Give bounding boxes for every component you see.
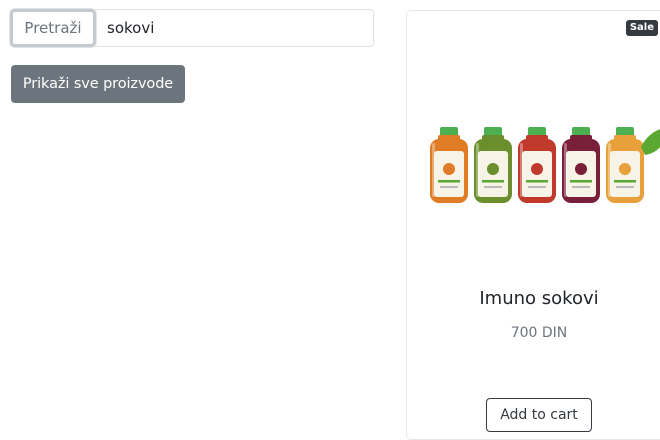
label-line xyxy=(482,180,504,183)
label-line xyxy=(616,186,634,188)
juice-bottle xyxy=(562,127,600,203)
bottle-cap xyxy=(484,127,502,136)
label-line xyxy=(614,180,636,183)
label-line xyxy=(570,180,592,183)
bottle-cap xyxy=(616,127,634,136)
bottle-emblem xyxy=(487,163,499,175)
search-input[interactable] xyxy=(95,9,374,47)
product-name[interactable]: Imuno sokovi xyxy=(407,288,660,309)
juice-bottle xyxy=(606,127,644,203)
bottle-cap xyxy=(440,127,458,136)
bottle-emblem xyxy=(443,163,455,175)
bottle-emblem xyxy=(619,163,631,175)
bottle-highlight xyxy=(564,143,567,197)
bottle-emblem xyxy=(575,163,587,175)
juice-bottle xyxy=(474,127,512,203)
bottle-highlight xyxy=(608,143,611,197)
search-button[interactable]: Pretraži xyxy=(10,9,96,47)
add-to-cart-button[interactable]: Add to cart xyxy=(486,398,592,432)
bottle-cap xyxy=(528,127,546,136)
label-line xyxy=(526,180,548,183)
bottle-highlight xyxy=(520,143,523,197)
bottle-emblem xyxy=(531,163,543,175)
bottle-highlight xyxy=(476,143,479,197)
product-price: 700 DIN xyxy=(510,325,568,341)
show-all-products-button[interactable]: Prikaži sve proizvode xyxy=(11,65,185,103)
label-line xyxy=(440,186,458,188)
label-line xyxy=(484,186,502,188)
label-line xyxy=(528,186,546,188)
sale-badge: Sale xyxy=(625,20,658,36)
bottle-cap xyxy=(572,127,590,136)
search-group: Pretraži xyxy=(10,9,374,47)
leaf-icon xyxy=(641,129,660,155)
label-line xyxy=(572,186,590,188)
juice-bottle xyxy=(518,127,556,203)
product-card: Sale Imuno sokovi 700 DIN Add to cart xyxy=(406,10,660,440)
bottle-highlight xyxy=(432,143,435,197)
juice-bottles-image[interactable] xyxy=(427,125,660,207)
label-line xyxy=(438,180,460,183)
juice-bottle xyxy=(430,127,468,203)
